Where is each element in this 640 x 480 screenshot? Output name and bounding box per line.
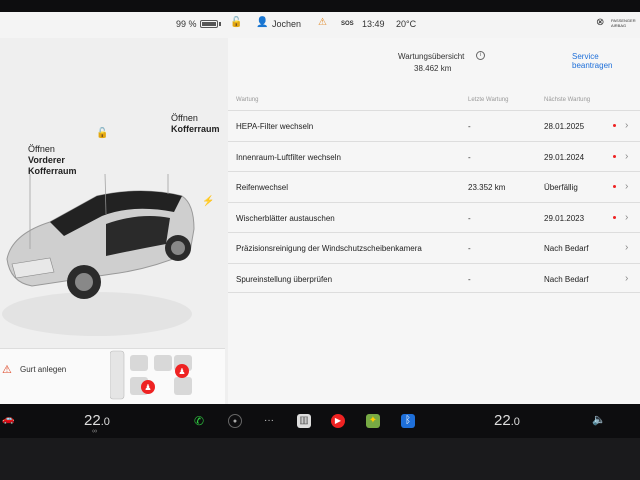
airbag-icon: ⊗ (596, 17, 605, 28)
svg-text:♟: ♟ (144, 383, 151, 392)
last-service: 23.352 km (468, 183, 506, 192)
next-service: Nach Bedarf (544, 274, 589, 284)
airbag-line2: AIRBAG (611, 23, 627, 28)
seat-heater-icon[interactable]: ∞ (92, 428, 97, 435)
chevron-right-icon: › (625, 242, 629, 253)
open-trunk-button[interactable]: Öffnen Kofferraum (171, 113, 220, 135)
status-bar: 99 % 🔓 👤 Jochen ⚠ SOS 13:49 20°C ⊗ PASSE… (0, 12, 640, 38)
phone-icon[interactable]: ✆ (192, 414, 206, 428)
sos-icon: SOS (341, 21, 354, 27)
driver-temperature[interactable]: 22.0 (84, 412, 110, 429)
user-name[interactable]: Jochen (272, 19, 301, 29)
service-row[interactable]: HEPA-Filter wechseln - 28.01.2025 › (228, 110, 640, 141)
last-service: - (468, 213, 471, 223)
service-row[interactable]: Präzisionsreinigung der Windschutzscheib… (228, 232, 640, 263)
column-header-last: Letzte Wartung (468, 97, 509, 103)
passenger-temp-decimal: .0 (510, 416, 520, 428)
next-service: 29.01.2024 (544, 152, 585, 162)
last-service: - (468, 152, 471, 162)
column-header-next: Nächste Wartung (544, 97, 591, 103)
seatbelt-warning-icon: ⚠ (318, 17, 327, 28)
service-list: HEPA-Filter wechseln - 28.01.2025 › Inne… (228, 110, 640, 293)
warning-triangle-icon: ⚠ (2, 364, 12, 376)
service-row[interactable]: Spureinstellung überprüfen - Nach Bedarf… (228, 262, 640, 293)
next-service: Nach Bedarf (544, 244, 589, 253)
last-service: - (468, 274, 471, 284)
open-frunk-button[interactable]: Öffnen Vorderer Kofferraum (28, 144, 77, 177)
task-name: Spureinstellung überprüfen (236, 274, 333, 284)
service-title: Wartungsübersicht (398, 52, 465, 61)
bluetooth-icon[interactable]: ᛒ (401, 414, 415, 428)
service-row[interactable]: Innenraum-Luftfilter wechseln - 29.01.20… (228, 140, 640, 172)
trunk-label-2: Kofferraum (171, 124, 220, 134)
passenger-temp-value: 22 (494, 412, 511, 429)
toybox-icon[interactable]: ✦ (366, 414, 380, 428)
chevron-right-icon: › (625, 181, 629, 192)
svg-text:♟: ♟ (178, 367, 185, 376)
column-header-task: Wartung (236, 97, 259, 103)
chevron-right-icon: › (625, 272, 629, 284)
driver-temp-decimal: .0 (100, 416, 110, 428)
vehicle-image (2, 174, 195, 336)
last-service: - (468, 244, 471, 253)
battery-icon (200, 20, 218, 28)
trunk-label-1: Öffnen (171, 113, 198, 123)
more-apps-icon[interactable]: ··· (262, 414, 276, 428)
next-service: Überfällig (544, 183, 578, 192)
touchscreen: 99 % 🔓 👤 Jochen ⚠ SOS 13:49 20°C ⊗ PASSE… (0, 12, 640, 404)
seatbelt-label: Gurt anlegen (20, 365, 67, 374)
task-name: Innenraum-Luftfilter wechseln (236, 152, 341, 162)
lock-icon[interactable]: 🔓 (230, 17, 242, 28)
door-lock-icon[interactable]: 🔓 (96, 128, 108, 139)
chevron-right-icon: › (625, 120, 629, 131)
task-name: HEPA-Filter wechseln (236, 122, 314, 131)
service-row[interactable]: Reifenwechsel 23.352 km Überfällig › (228, 171, 640, 202)
passenger-temperature[interactable]: 22.0 (494, 412, 520, 429)
calendar-icon[interactable]: ▥ (297, 414, 311, 428)
volume-icon[interactable]: 🔈 (592, 413, 606, 426)
overdue-dot (613, 185, 616, 188)
battery-percent: 99 % (176, 19, 197, 29)
service-row[interactable]: Wischerblätter austauschen - 29.01.2023 … (228, 201, 640, 233)
overdue-dot (613, 215, 616, 219)
overdue-dot (613, 124, 616, 127)
user-icon[interactable]: 👤 (256, 17, 268, 28)
vehicle-panel: Öffnen Vorderer Kofferraum Öffnen Koffer… (0, 38, 228, 404)
next-service: 28.01.2025 (544, 122, 585, 131)
odometer: 38.462 km (414, 64, 452, 73)
task-name: Präzisionsreinigung der Windschutzscheib… (236, 244, 422, 253)
frunk-label-2: Vorderer (28, 155, 65, 165)
driver-temp-value: 22 (84, 412, 101, 429)
airbag-status: PASSENGER AIRBAG (611, 18, 636, 28)
info-icon[interactable]: i (476, 51, 485, 60)
frunk-label-1: Öffnen (28, 144, 55, 154)
media-player-icon[interactable]: ▶ (331, 414, 345, 428)
control-bar: 🚗 22.0 ∞ ✆ ● ··· ▥ ▶ ✦ ᛒ 22.0 🔈 (0, 404, 640, 438)
battery-tip (219, 22, 221, 26)
service-overview: Wartungsübersicht i 38.462 km Service be… (228, 38, 640, 404)
camera-icon[interactable]: ● (228, 414, 242, 428)
last-service: - (468, 122, 471, 131)
chevron-right-icon: › (625, 211, 629, 223)
car-icon[interactable]: 🚗 (2, 414, 14, 425)
request-service-link[interactable]: Service beantragen (572, 52, 640, 70)
charge-port-icon[interactable]: ⚡ (202, 196, 214, 207)
overdue-dot (613, 154, 616, 158)
seatbelt-warning-panel: ⚠ Gurt anlegen ♟ ♟ (0, 348, 225, 404)
next-service: 29.01.2023 (544, 213, 585, 223)
clock: 13:49 (362, 19, 385, 29)
seat-map: ♟ ♟ (110, 350, 192, 400)
outside-temperature: 20°C (396, 19, 417, 29)
chevron-right-icon: › (625, 150, 629, 162)
car-interior-below-screen (0, 438, 640, 480)
task-name: Wischerblätter austauschen (236, 213, 335, 223)
task-name: Reifenwechsel (236, 183, 289, 192)
